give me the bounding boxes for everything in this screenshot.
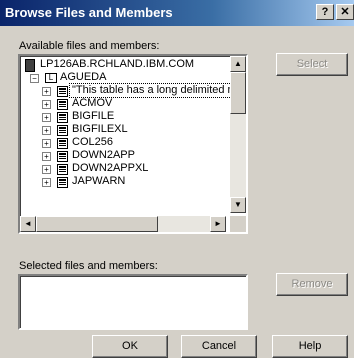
tree-system-row[interactable]: LP126AB.RCHLAND.IBM.COM [20, 58, 230, 72]
table-icon [57, 151, 68, 162]
item-label: DOWN2APPXL [72, 162, 149, 174]
available-label: Available files and members: [19, 40, 160, 52]
help-button[interactable]: Help [272, 335, 348, 358]
list-item[interactable]: + JAPWARN [20, 175, 230, 188]
table-icon [57, 112, 68, 123]
list-item[interactable]: + COL256 [20, 136, 230, 149]
available-tree[interactable]: LP126AB.RCHLAND.IBM.COM − L AGUEDA + "Th… [18, 54, 248, 234]
scroll-right-icon[interactable]: ► [210, 216, 226, 232]
table-icon [57, 125, 68, 136]
item-label: ACMOV [72, 97, 113, 109]
expand-icon[interactable]: + [42, 87, 51, 96]
remove-button[interactable]: Remove [276, 273, 348, 296]
expand-icon[interactable]: + [42, 165, 51, 174]
list-item[interactable]: + DOWN2APP [20, 149, 230, 162]
browse-dialog: Browse Files and Members ? ✕ Available f… [0, 0, 354, 358]
ok-button[interactable]: OK [92, 335, 168, 358]
title-bar[interactable]: Browse Files and Members ? ✕ [0, 0, 354, 26]
table-icon [57, 138, 68, 149]
select-button[interactable]: Select [276, 53, 348, 76]
item-label: COL256 [72, 136, 113, 148]
list-item[interactable]: + BIGFILEXL [20, 123, 230, 136]
cancel-button[interactable]: Cancel [181, 335, 257, 358]
expand-icon[interactable]: + [42, 139, 51, 148]
help-icon[interactable]: ? [316, 4, 334, 20]
table-icon [57, 99, 68, 110]
expand-icon[interactable]: + [42, 113, 51, 122]
expand-icon[interactable]: + [42, 100, 51, 109]
collapse-icon[interactable]: − [30, 74, 39, 83]
list-item[interactable]: + ACMOV [20, 97, 230, 110]
list-item[interactable]: + "This table has a long delimited name" [20, 83, 246, 98]
scroll-up-icon[interactable]: ▲ [230, 56, 246, 72]
expand-icon[interactable]: + [42, 178, 51, 187]
selected-label: Selected files and members: [19, 260, 158, 272]
item-label: DOWN2APP [72, 149, 135, 161]
expand-icon[interactable]: + [42, 152, 51, 161]
horizontal-scrollbar[interactable]: ◄ ► [20, 216, 226, 232]
table-icon [57, 86, 68, 97]
table-icon [57, 164, 68, 175]
list-item[interactable]: + BIGFILE [20, 110, 230, 123]
item-label: "This table has a long delimited name" [69, 83, 246, 98]
item-label: BIGFILEXL [72, 123, 128, 135]
scroll-left-icon[interactable]: ◄ [20, 216, 36, 232]
system-name: LP126AB.RCHLAND.IBM.COM [40, 58, 195, 70]
vertical-scrollbar[interactable]: ▲ ▼ [230, 56, 246, 213]
selected-list[interactable] [18, 274, 248, 330]
list-item[interactable]: + DOWN2APPXL [20, 162, 230, 175]
library-icon: L [45, 73, 57, 83]
item-label: JAPWARN [72, 175, 126, 187]
item-label: BIGFILE [72, 110, 115, 122]
close-icon[interactable]: ✕ [336, 4, 354, 20]
expand-icon[interactable]: + [42, 126, 51, 135]
vertical-scroll-thumb[interactable] [230, 72, 246, 114]
scroll-corner [230, 216, 246, 232]
table-icon [57, 177, 68, 188]
horizontal-scroll-thumb[interactable] [36, 216, 158, 232]
window-title: Browse Files and Members [5, 5, 173, 20]
scroll-down-icon[interactable]: ▼ [230, 197, 246, 213]
